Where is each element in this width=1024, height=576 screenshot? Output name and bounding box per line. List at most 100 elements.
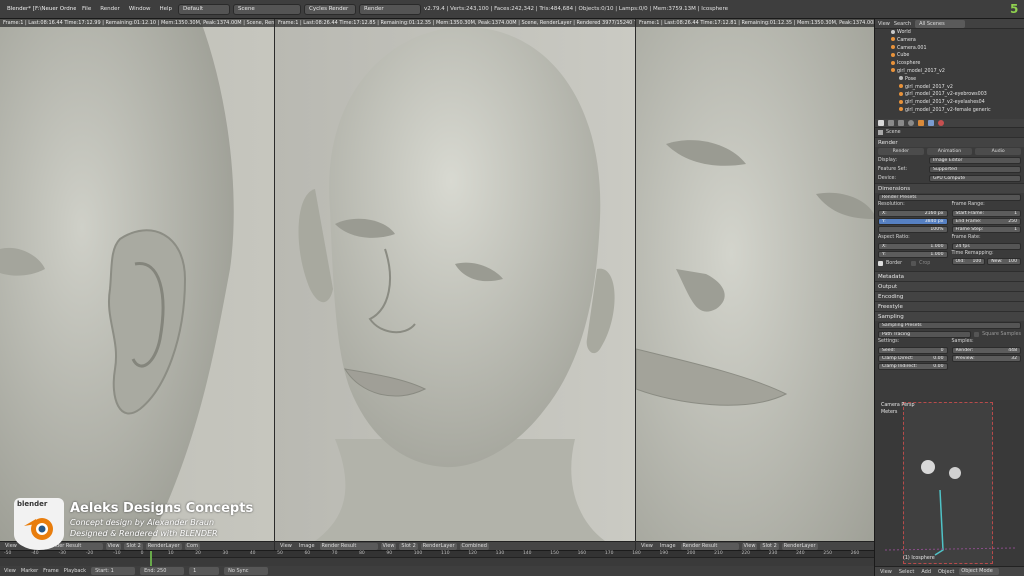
preview-samples-field[interactable]: Preview: 32 — [951, 355, 1021, 362]
menu-render[interactable]: Render — [97, 6, 123, 12]
menu-view[interactable]: View — [878, 569, 894, 575]
freestyle-section-header[interactable]: Freestyle — [875, 301, 1024, 311]
render-button[interactable]: Render — [878, 148, 924, 155]
layer-selector[interactable]: RenderLayer — [420, 542, 457, 550]
view-selector[interactable]: View — [380, 542, 397, 550]
resolution-y-field[interactable]: Y: 3840 px — [878, 218, 948, 225]
outliner-item[interactable]: Pose — [891, 76, 1024, 84]
image-selector[interactable]: Render Result — [680, 542, 739, 550]
outliner-item[interactable]: Icosphere — [891, 60, 1024, 68]
menu-image[interactable]: Image — [658, 543, 678, 549]
slot-selector[interactable]: Slot 2 — [399, 542, 418, 550]
dimensions-section-header[interactable]: Dimensions — [875, 183, 1024, 193]
image-selector[interactable]: Render Result — [319, 542, 378, 550]
old-field[interactable]: Old: 100 — [951, 258, 986, 265]
menu-marker[interactable]: Marker — [21, 568, 38, 574]
outliner-item[interactable]: girl_model_2017_v2 — [891, 84, 1024, 92]
frame-step-field[interactable]: Frame Step: 1 — [951, 226, 1021, 233]
object-tab-icon[interactable] — [918, 120, 924, 126]
menu-frame[interactable]: Frame — [43, 568, 59, 574]
outliner-item[interactable]: Camera — [891, 37, 1024, 45]
end-frame-field[interactable]: End: 250 — [140, 567, 185, 575]
integrator-dropdown[interactable]: Path Tracing — [878, 331, 972, 338]
engine-selector[interactable]: Cycles Render — [304, 3, 357, 15]
render-samples-field[interactable]: Render: 448 — [951, 347, 1021, 354]
current-frame-marker[interactable] — [150, 551, 152, 567]
outliner-item[interactable]: girl_model_2017_v2-eyebrows003 — [891, 91, 1024, 99]
menu-object[interactable]: Object — [936, 569, 956, 575]
material-tab-icon[interactable] — [938, 120, 944, 126]
clamp-indirect-field[interactable]: Clamp Indirect: 0.00 — [878, 363, 948, 370]
timeline[interactable]: -50 -40 -30 -20 -10 0 10 20 30 40 50 60 70 80 90 100 110… — [0, 550, 874, 567]
output-section-header[interactable]: Output — [875, 281, 1024, 291]
square-samples-checkbox[interactable] — [974, 332, 980, 337]
render-presets-dropdown[interactable]: Render Presets — [878, 194, 1021, 201]
seed-field[interactable]: Seed: 0 — [878, 347, 948, 354]
clamp-direct-field[interactable]: Clamp Direct: 0.00 — [878, 355, 948, 362]
feature-set-dropdown[interactable]: Supported — [929, 166, 1021, 173]
menu-select[interactable]: Select — [897, 569, 916, 575]
menu-help[interactable]: Help — [157, 6, 176, 12]
aspect-y-field[interactable]: Y: 1.000 — [878, 251, 948, 258]
device-label: Device: — [878, 176, 897, 181]
mode-selector[interactable]: Object Mode — [959, 568, 1000, 575]
menu-add[interactable]: Add — [919, 569, 933, 575]
render-field[interactable]: Render — [359, 3, 422, 15]
outliner-item[interactable]: World — [891, 29, 1024, 37]
display-dropdown[interactable]: Image Editor — [929, 157, 1021, 164]
sync-selector[interactable]: No Sync — [224, 567, 269, 575]
sampling-section-header[interactable]: Sampling — [875, 311, 1024, 321]
audio-button[interactable]: Audio — [975, 148, 1022, 155]
render-section-header[interactable]: Render — [875, 137, 1024, 147]
image-editor-left[interactable]: Frame:1 | Last:08:16.44 Time:17:12.99 | … — [0, 19, 274, 541]
border-checkbox[interactable] — [878, 261, 883, 266]
crop-checkbox[interactable] — [911, 261, 917, 266]
menu-window[interactable]: Window — [126, 6, 154, 12]
image-editor-right[interactable]: Frame:1 | Last:08:26.44 Time:17:12.81 | … — [636, 19, 874, 541]
scene-tab-icon[interactable] — [898, 120, 904, 126]
menu-view[interactable]: View — [278, 543, 294, 549]
outliner-item[interactable]: girl_model_2017_v2-female generic — [891, 107, 1024, 115]
menu-file[interactable]: File — [79, 6, 94, 12]
outliner-item[interactable]: Camera.001 — [891, 45, 1024, 53]
world-tab-icon[interactable] — [908, 120, 914, 126]
metadata-section-header[interactable]: Metadata — [875, 271, 1024, 281]
outliner-item[interactable]: Cube — [891, 52, 1024, 60]
end-frame-field[interactable]: End Frame: 250 — [951, 218, 1021, 225]
resolution-percentage[interactable]: 100% — [878, 226, 948, 233]
menu-playback[interactable]: Playback — [64, 568, 86, 574]
timeline-ruler[interactable]: -50 -40 -30 -20 -10 0 10 20 30 40 50 60 70 80 90 100 110… — [0, 551, 874, 558]
sampling-presets-dropdown[interactable]: Sampling Presets — [878, 322, 1021, 329]
modifier-tab-icon[interactable] — [928, 120, 934, 126]
layout-selector[interactable]: Default — [178, 3, 231, 15]
menu-view[interactable]: View — [639, 543, 655, 549]
mesh-icon — [899, 107, 903, 112]
pass-selector[interactable]: Combined — [459, 542, 489, 550]
view-selector[interactable]: View — [741, 542, 758, 550]
encoding-section-header[interactable]: Encoding — [875, 291, 1024, 301]
camera-3d-viewport[interactable]: Camera Persp Meters (1) Icosphere — [875, 400, 1024, 566]
crop-label: Crop — [919, 261, 931, 266]
new-field[interactable]: New: 100 — [987, 258, 1021, 265]
layer-selector[interactable]: RenderLayer — [781, 542, 818, 550]
aspect-x-field[interactable]: X: 1.000 — [878, 243, 948, 250]
scene-selector[interactable]: Scene — [233, 3, 302, 15]
image-editor-center[interactable]: Frame:1 | Last:08:26.44 Time:17:12.85 | … — [275, 19, 635, 541]
resolution-x-field[interactable]: X: 2160 px — [878, 210, 948, 217]
menu-image[interactable]: Image — [297, 543, 317, 549]
outliner-item[interactable]: girl_model_2017_v2-eyelashes04 — [891, 99, 1024, 107]
render-tab-icon[interactable] — [878, 120, 884, 126]
outliner-display-mode[interactable]: All Scenes — [915, 19, 966, 28]
layers-tab-icon[interactable] — [888, 120, 894, 126]
menu-view[interactable]: View — [4, 568, 16, 574]
animation-button[interactable]: Animation — [926, 148, 973, 155]
device-dropdown[interactable]: GPU Compute — [929, 175, 1021, 182]
current-frame-field[interactable]: 1 — [189, 567, 220, 575]
frame-rate-dropdown[interactable]: 24 fps — [951, 243, 1021, 250]
outliner-view-menu[interactable]: View — [878, 21, 890, 27]
start-frame-field[interactable]: Start Frame: 1 — [951, 210, 1021, 217]
outliner-item[interactable]: girl_model_2017_v2 — [891, 68, 1024, 76]
outliner-search-menu[interactable]: Search — [894, 21, 911, 27]
start-frame-field[interactable]: Start: 1 — [91, 567, 136, 575]
slot-selector[interactable]: Slot 2 — [760, 542, 779, 550]
